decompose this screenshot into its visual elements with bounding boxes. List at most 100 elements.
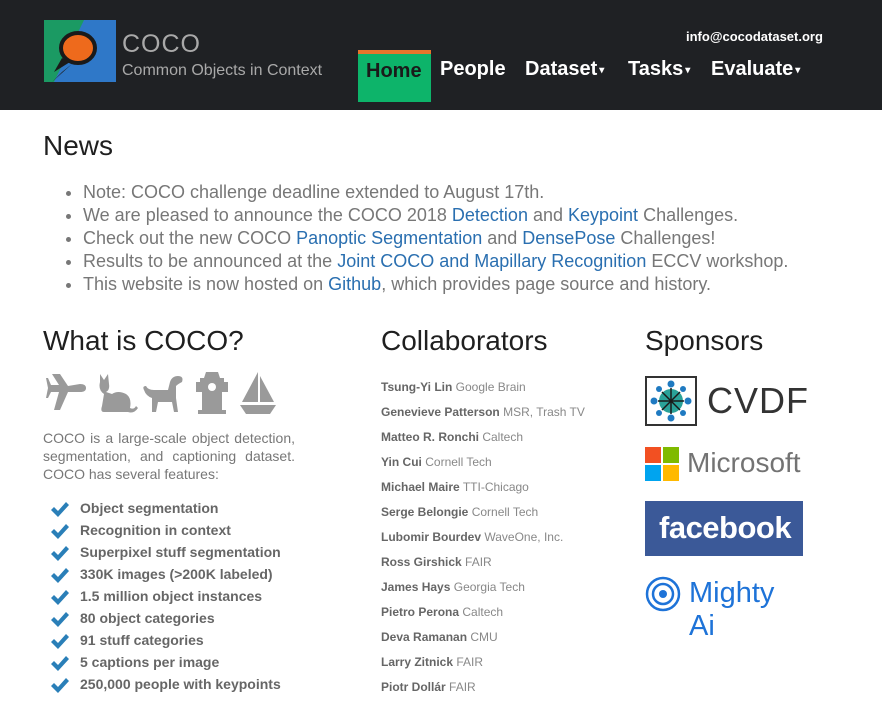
collaborator-name: Matteo R. Ronchi (381, 430, 479, 444)
collaborator-org: MSR, Trash TV (503, 405, 585, 419)
nav-evaluate[interactable]: Evaluate ▾ (711, 58, 800, 81)
coco-description: COCO is a large-scale object detection, … (43, 430, 295, 482)
nav-home[interactable]: Home (358, 50, 431, 102)
brand-name[interactable]: COCO (122, 30, 201, 59)
coco-logo-icon[interactable] (44, 20, 116, 82)
collaborator-org: WaveOne, Inc. (484, 530, 564, 544)
collaborator-item: Lubomir Bourdev WaveOne, Inc. (381, 530, 585, 555)
collaborator-org: FAIR (449, 680, 476, 694)
collaborator-item: Serge Belongie Cornell Tech (381, 505, 585, 530)
checkmark-icon (51, 502, 69, 517)
nav-home-label: Home (366, 60, 422, 82)
dog-icon (143, 376, 183, 412)
news-text: This website is now hosted on (83, 274, 329, 294)
nav-tasks[interactable]: Tasks ▾ (628, 58, 690, 81)
news-text: Check out the new COCO (83, 228, 297, 248)
fire-hydrant-icon (196, 372, 228, 414)
collaborator-item: Ross Girshick FAIR (381, 555, 585, 580)
collaborator-item: Tsung-Yi Lin Google Brain (381, 380, 585, 405)
news-text: Challenges. (638, 205, 739, 225)
collaborator-org: Caltech (482, 430, 524, 444)
collaborators-heading: Collaborators (381, 325, 548, 356)
sponsor-mighty-ai[interactable]: Mighty Ai (645, 574, 805, 642)
checkmark-icon (51, 546, 69, 561)
collaborator-name: Larry Zitnick (381, 655, 454, 669)
collaborator-item: Matteo R. Ronchi Caltech (381, 430, 585, 455)
news-text: , which provides page source and history… (381, 274, 712, 294)
sponsor-cvdf[interactable]: CVDF (645, 376, 808, 426)
feature-item: Object segmentation (50, 500, 281, 522)
feature-item: 250,000 people with keypoints (50, 676, 281, 698)
microsoft-logo-icon (645, 447, 679, 481)
checkmark-icon (51, 568, 69, 583)
panoptic-link[interactable]: Panoptic Segmentation (296, 228, 482, 248)
collaborator-item: Piotr Dollár FAIR (381, 680, 585, 705)
microsoft-name: Microsoft (687, 447, 801, 478)
collaborator-name: Deva Ramanan (381, 630, 468, 644)
nav-dataset[interactable]: Dataset ▾ (525, 58, 604, 81)
collaborator-name: Michael Maire (381, 480, 460, 494)
feature-item: Recognition in context (50, 522, 281, 544)
cvdf-logo-icon (645, 376, 697, 426)
collaborator-name: Piotr Dollár (381, 680, 446, 694)
caret-down-icon: ▾ (685, 65, 691, 76)
collaborator-name: Tsung-Yi Lin (381, 380, 453, 394)
news-item: We are pleased to announce the COCO 2018… (83, 204, 788, 227)
feature-item: Superpixel stuff segmentation (50, 544, 281, 566)
feature-item: 5 captions per image (50, 654, 281, 676)
detection-link[interactable]: Detection (452, 205, 528, 225)
feature-label: 5 captions per image (80, 654, 220, 670)
collaborator-name: Yin Cui (381, 455, 422, 469)
feature-item: 91 stuff categories (50, 632, 281, 654)
feature-label: 330K images (>200K labeled) (80, 566, 273, 582)
news-text: ECCV workshop. (646, 251, 789, 271)
keypoint-link[interactable]: Keypoint (568, 205, 638, 225)
mighty-ai-logo-icon (645, 576, 681, 612)
densepose-link[interactable]: DensePose (522, 228, 615, 248)
feature-label: Recognition in context (80, 522, 231, 538)
collaborator-org: FAIR (465, 555, 492, 569)
cat-icon (99, 374, 138, 413)
airplane-icon (46, 374, 86, 410)
checkmark-icon (51, 612, 69, 627)
feature-label: 1.5 million object instances (80, 588, 263, 604)
collaborator-org: CMU (470, 630, 498, 644)
news-text: and (527, 205, 568, 225)
sponsor-facebook[interactable]: facebook (645, 501, 803, 556)
collaborator-item: Larry Zitnick FAIR (381, 655, 585, 680)
mighty-ai-name: Mighty Ai (689, 577, 775, 642)
news-list: Note: COCO challenge deadline extended t… (64, 181, 788, 296)
news-text: and (482, 228, 523, 248)
news-text: Challenges! (615, 228, 716, 248)
nav-people[interactable]: People (440, 58, 506, 81)
collaborator-name: Pietro Perona (381, 605, 460, 619)
news-item: This website is now hosted on Github, wh… (83, 273, 788, 296)
collaborator-org: FAIR (456, 655, 484, 669)
contact-email[interactable]: info@cocodataset.org (686, 29, 823, 44)
news-heading: News (43, 130, 114, 161)
feature-label: Superpixel stuff segmentation (80, 544, 281, 560)
collaborator-item: Deva Ramanan CMU (381, 630, 585, 655)
checkmark-icon (51, 678, 69, 693)
news-item: Check out the new COCO Panoptic Segmenta… (83, 227, 788, 250)
nav-evaluate-label: Evaluate (711, 58, 794, 80)
checkmark-icon (51, 634, 69, 649)
collaborator-org: Georgia Tech (453, 580, 525, 594)
brand-subtitle[interactable]: Common Objects in Context (122, 62, 322, 80)
collaborator-name: Lubomir Bourdev (381, 530, 482, 544)
caret-down-icon: ▾ (795, 65, 801, 76)
feature-list: Object segmentation Recognition in contex… (50, 500, 281, 698)
cvdf-name: CVDF (707, 380, 809, 421)
collaborator-name: Genevieve Patterson (381, 405, 500, 419)
collaborator-item: James Hays Georgia Tech (381, 580, 585, 605)
workshop-link[interactable]: Joint COCO and Mapillary Recognition (337, 251, 646, 271)
collaborator-name: James Hays (381, 580, 451, 594)
collaborator-org: TTI-Chicago (462, 480, 529, 494)
sponsor-microsoft[interactable]: Microsoft (645, 446, 805, 482)
caret-down-icon: ▾ (599, 65, 605, 76)
site-header: COCO Common Objects in Context info@coco… (0, 0, 882, 110)
checkmark-icon (51, 656, 69, 671)
github-link[interactable]: Github (328, 274, 381, 294)
feature-label: 80 object categories (80, 610, 215, 626)
news-item: Note: COCO challenge deadline extended t… (83, 181, 788, 204)
